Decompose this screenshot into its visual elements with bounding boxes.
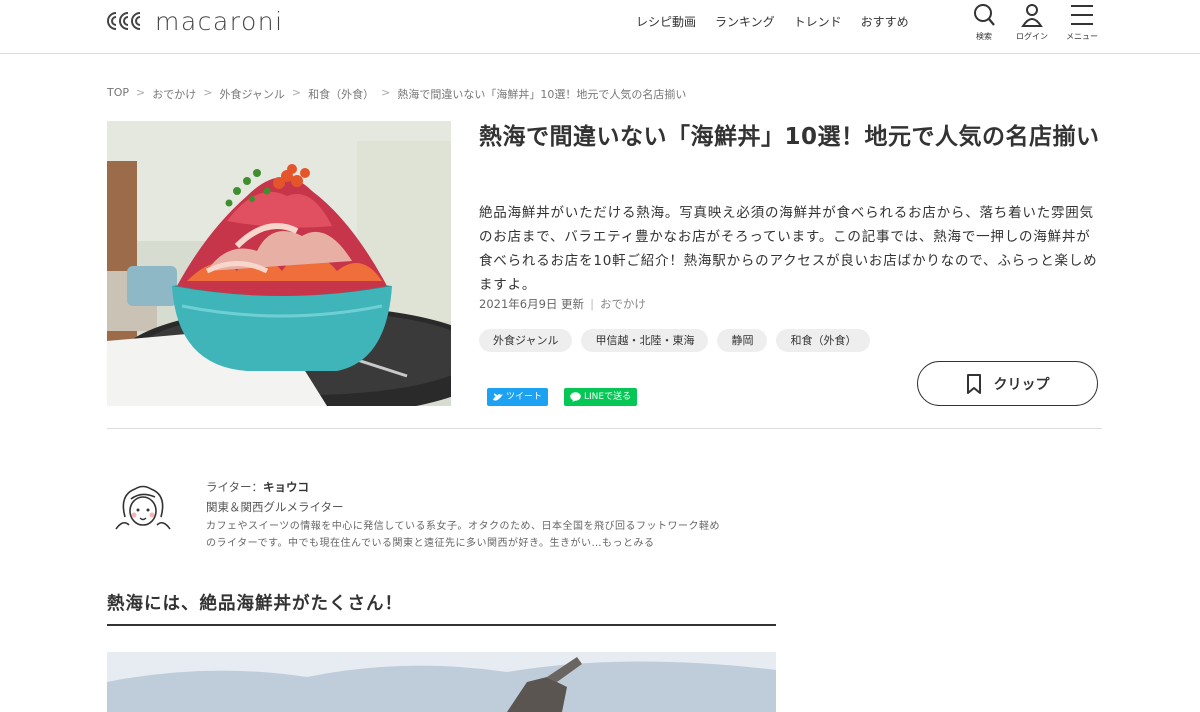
tweet-button[interactable]: ツイート (487, 388, 549, 406)
breadcrumb-item-japanese[interactable]: 和食（外食） (308, 86, 374, 102)
site-logo[interactable]: macaroni (107, 6, 284, 36)
writer-avatar[interactable] (113, 481, 173, 531)
clip-label: クリップ (993, 376, 1050, 393)
macaroni-logo-icon (107, 12, 141, 30)
breadcrumb-separator: > (291, 86, 302, 99)
search-label: 検索 (976, 32, 992, 41)
search-button[interactable]: 検索 (960, 2, 1008, 42)
nav-recipe-video[interactable]: レシピ動画 (636, 13, 696, 30)
writer-bio-line: のライターです。中でも現在住んでいる関東と遠征先に多い関西が好き。生きがい… (206, 538, 602, 549)
writer-bio-line: カフェやスイーツの情報を中心に発信している系女子。オタクのため、日本全国を飛び回… (206, 521, 720, 532)
section-photo (107, 652, 776, 712)
nav-recommend[interactable]: おすすめ (861, 13, 909, 30)
breadcrumb-separator: > (381, 86, 391, 99)
updated-date: 2021年6月9日 更新 (479, 297, 585, 311)
breadcrumb-separator: > (136, 86, 146, 99)
breadcrumb-separator: > (203, 86, 213, 99)
menu-button[interactable]: メニュー (1058, 2, 1106, 42)
article-title: 熱海で間違いない「海鮮丼」10選！地元で人気の名店揃い (479, 124, 1100, 150)
article-description: 絶品海鮮丼がいただける熱海。写真映え必須の海鮮丼が食べられるお店から、落ち着いた… (479, 205, 1098, 293)
nav-trend[interactable]: トレンド (794, 13, 842, 30)
hamburger-icon (1071, 5, 1093, 25)
tag-item[interactable]: 甲信越・北陸・東海 (581, 329, 709, 352)
breadcrumb-item-genre[interactable]: 外食ジャンル (219, 86, 284, 102)
hero-image (107, 121, 451, 406)
writer-bio: カフェやスイーツの情報を中心に発信している系女子。オタクのため、日本全国を飛び回… (206, 518, 786, 552)
read-more-link[interactable]: もっとみる (602, 538, 655, 549)
section-heading: 熱海には、絶品海鮮丼がたくさん！ (107, 590, 776, 626)
nav-ranking[interactable]: ランキング (715, 13, 775, 30)
tweet-label: ツイート (506, 392, 543, 402)
writer-label: ライター： (206, 480, 264, 494)
line-share-button[interactable]: LINEで送る (564, 388, 638, 406)
tag-item[interactable]: 和食（外食） (776, 329, 871, 352)
content-divider (107, 428, 1102, 429)
bookmark-icon (966, 373, 981, 394)
breadcrumb: TOP > おでかけ > 外食ジャンル > 和食（外食） > 熱海で間違いない「… (107, 86, 686, 102)
login-label: ログイン (1016, 32, 1048, 41)
logo-text: macaroni (155, 6, 284, 36)
breadcrumb-item-outing[interactable]: おでかけ (152, 86, 196, 102)
main-nav: レシピ動画 ランキング トレンド おすすめ (636, 13, 909, 30)
tag-item[interactable]: 外食ジャンル (479, 329, 573, 352)
site-header: macaroni レシピ動画 ランキング トレンド おすすめ 検索 ログイン メ… (0, 0, 1200, 54)
tag-item[interactable]: 静岡 (717, 329, 768, 352)
clip-button[interactable]: クリップ (917, 361, 1098, 406)
article-category[interactable]: おでかけ (600, 297, 646, 311)
twitter-bird-icon (493, 392, 503, 401)
line-label: LINEで送る (584, 392, 632, 402)
writer-name[interactable]: キョウコ (263, 480, 309, 494)
writer-info: ライター：キョウコ 関東＆関西グルメライター カフェやスイーツの情報を中心に発信… (206, 477, 786, 552)
article-meta: 2021年6月9日 更新 | おでかけ (479, 296, 646, 312)
login-button[interactable]: ログイン (1008, 2, 1056, 42)
search-icon (974, 4, 995, 26)
user-icon (1021, 4, 1043, 27)
kaisendon-photo (107, 121, 451, 406)
writer-name-line: ライター：キョウコ (206, 477, 786, 497)
writer-role: 関東＆関西グルメライター (206, 500, 344, 514)
meta-separator: | (590, 297, 594, 311)
writer-face-icon (115, 485, 171, 530)
line-icon (570, 392, 581, 402)
atami-photo (107, 652, 776, 712)
menu-label: メニュー (1066, 32, 1098, 41)
breadcrumb-item-current: 熱海で間違いない「海鮮丼」10選！地元で人気の名店揃い (397, 88, 687, 101)
tag-list: 外食ジャンル 甲信越・北陸・東海 静岡 和食（外食） (479, 329, 871, 352)
breadcrumb-item-top[interactable]: TOP (107, 86, 129, 102)
header-tools: 検索 ログイン メニュー (960, 0, 1200, 53)
